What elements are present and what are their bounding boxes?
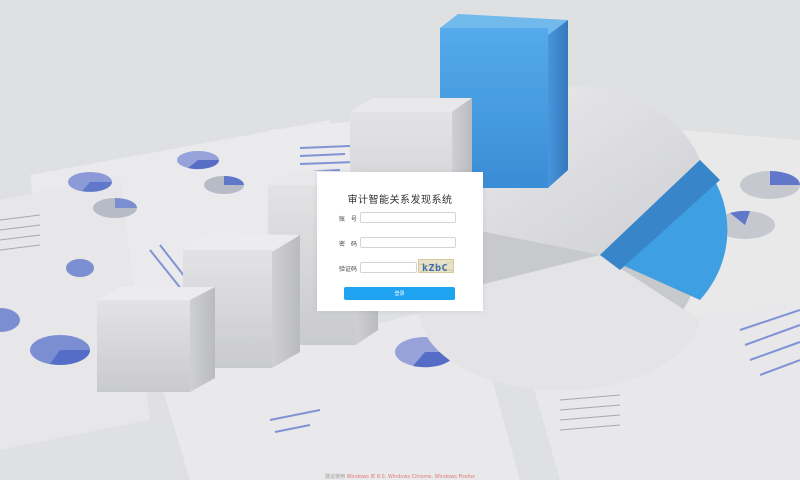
- captcha-input[interactable]: [360, 262, 417, 273]
- browser-item: Windows Firefox: [434, 474, 476, 480]
- captcha-image[interactable]: kZbC: [418, 259, 454, 273]
- login-button[interactable]: 登录: [344, 287, 455, 300]
- captcha-label: 验证码: [339, 266, 358, 273]
- login-card: 审计智能关系发现系统 账 号 密 码 验证码 kZbC 登录: [317, 172, 483, 311]
- password-label: 密 码: [339, 241, 358, 248]
- account-label: 账 号: [339, 216, 358, 223]
- password-input[interactable]: [360, 237, 456, 248]
- browser-hint-prefix: 建议使用: [324, 474, 345, 480]
- browser-item: Windows IE 8.0: [346, 474, 385, 480]
- browser-hint: 建议使用 Windows IE 8.0, Windows Chrome, Win…: [324, 474, 476, 480]
- browser-item: Windows Chrome: [387, 474, 432, 480]
- login-title: 审计智能关系发现系统: [347, 195, 453, 206]
- captcha-text: kZbC: [422, 263, 448, 273]
- account-input[interactable]: [360, 212, 456, 223]
